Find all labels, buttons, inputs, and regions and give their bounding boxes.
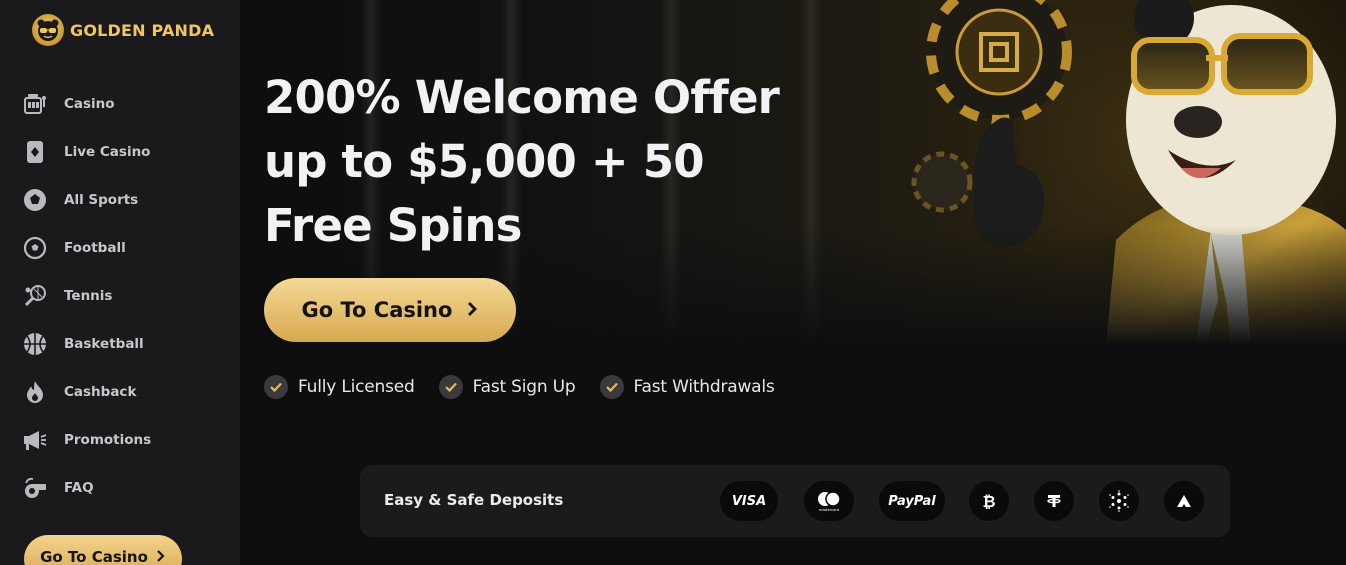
hero-title-line-3: Free Spins (264, 199, 522, 252)
sports-ball-icon (22, 187, 48, 213)
logo[interactable]: GOLDEN PANDA (32, 14, 214, 46)
panda-logo-icon (32, 14, 64, 46)
go-to-casino-button[interactable]: Go To Casino (264, 278, 516, 342)
check-icon (264, 375, 288, 399)
deposits-label: Easy & Safe Deposits (384, 491, 564, 509)
sidebar-item-cashback[interactable]: Cashback (22, 368, 222, 416)
sidebar-nav: Casino Live Casino All Sports Football T… (22, 80, 222, 512)
svg-text:₿: ₿ (982, 492, 995, 510)
sidebar-item-football[interactable]: Football (22, 224, 222, 272)
feature-label: Fast Sign Up (472, 377, 576, 397)
feature-item: Fully Licensed (264, 375, 415, 399)
sidebar-item-label: Live Casino (64, 144, 151, 160)
chevron-right-icon (156, 548, 166, 565)
mastercard-label: mastercard (819, 508, 839, 512)
sidebar-item-label: Casino (64, 96, 115, 112)
chevron-right-icon (466, 298, 478, 322)
tennis-icon (22, 283, 48, 309)
basketball-icon (22, 331, 48, 357)
check-icon (599, 375, 624, 399)
sidebar-item-casino[interactable]: Casino (22, 80, 222, 128)
sidebar-item-tennis[interactable]: Tennis (22, 272, 222, 320)
feature-item: Fast Sign Up (438, 375, 576, 399)
sidebar-go-to-casino-button[interactable]: Go To Casino (24, 535, 182, 565)
hero-title-line-1: 200% Welcome Offer (264, 71, 780, 124)
sidebar-item-live-casino[interactable]: Live Casino (22, 128, 222, 176)
feature-item: Fast Withdrawals (599, 375, 775, 399)
megaphone-icon (22, 427, 48, 453)
avalanche-payment-icon[interactable] (1164, 481, 1204, 521)
bitcoin-payment-icon[interactable]: ₿ (969, 481, 1009, 521)
sidebar: GOLDEN PANDA Casino Live Casino All Spor… (0, 0, 240, 565)
sidebar-item-faq[interactable]: FAQ (22, 464, 222, 512)
mastercard-payment-icon[interactable]: mastercard (804, 481, 854, 521)
feature-label: Fast Withdrawals (633, 377, 775, 397)
sidebar-item-basketball[interactable]: Basketball (22, 320, 222, 368)
sidebar-item-label: FAQ (64, 480, 94, 496)
sidebar-item-label: Promotions (64, 432, 152, 448)
sidebar-item-label: Basketball (64, 336, 144, 352)
paypal-payment-icon[interactable]: PayPal (879, 481, 945, 521)
sidebar-item-promotions[interactable]: Promotions (22, 416, 222, 464)
logo-text: GOLDEN PANDA (70, 20, 215, 40)
tether-payment-icon[interactable] (1034, 481, 1074, 521)
deposit-methods-bar: Easy & Safe Deposits VISA mastercard Pay… (360, 465, 1230, 537)
feature-list: Fully Licensed Fast Sign Up Fast Withdra… (264, 375, 775, 399)
playing-card-icon (22, 139, 48, 165)
sidebar-item-label: Cashback (64, 384, 137, 400)
whistle-icon (22, 475, 48, 501)
hero-cta-label: Go To Casino (301, 298, 453, 322)
cardano-payment-icon[interactable] (1099, 481, 1139, 521)
hero-title: 200% Welcome Offer up to $5,000 + 50 Fre… (264, 66, 780, 258)
paypal-label: PayPal (888, 493, 936, 509)
sidebar-cta-label: Go To Casino (40, 548, 148, 565)
slot-machine-icon (22, 91, 48, 117)
hero-banner: 200% Welcome Offer up to $5,000 + 50 Fre… (240, 0, 1346, 345)
feature-label: Fully Licensed (298, 377, 415, 397)
hero-title-line-2: up to $5,000 + 50 (264, 135, 705, 188)
check-icon (438, 375, 463, 399)
visa-payment-icon[interactable]: VISA (720, 481, 778, 521)
sidebar-item-label: All Sports (64, 192, 139, 208)
sidebar-item-all-sports[interactable]: All Sports (22, 176, 222, 224)
visa-label: VISA (731, 493, 767, 509)
sidebar-item-label: Tennis (64, 288, 113, 304)
football-icon (22, 235, 48, 261)
sidebar-item-label: Football (64, 240, 126, 256)
flame-icon (22, 379, 48, 405)
